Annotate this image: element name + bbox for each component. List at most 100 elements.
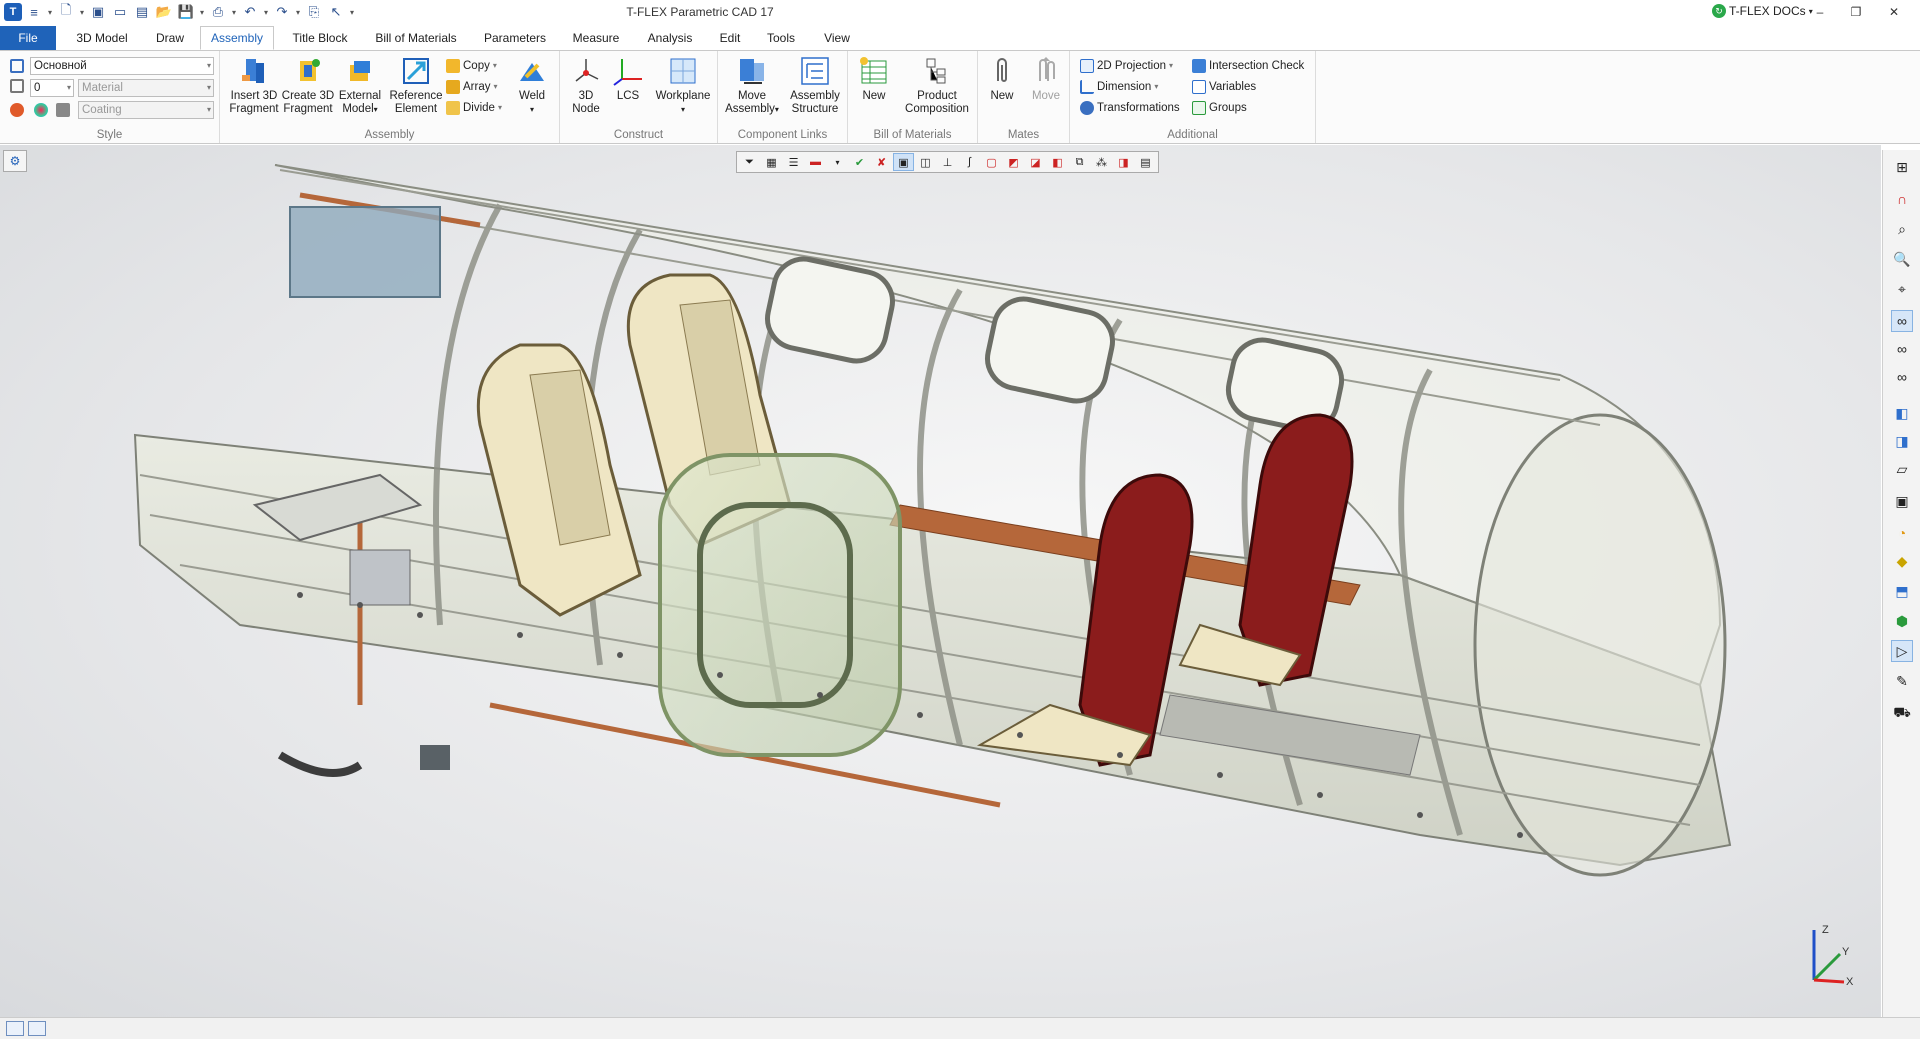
scene-tree-button[interactable]: ⚙: [3, 150, 27, 172]
door-hatch: [658, 453, 902, 757]
group-select-icon[interactable]: ⁂: [1091, 153, 1112, 171]
workplane-button[interactable]: Workplane ▾: [652, 55, 714, 116]
tab-title-block[interactable]: Title Block: [284, 27, 356, 49]
element-select-icon[interactable]: ▤: [1135, 153, 1156, 171]
solid-select-icon[interactable]: ◩: [1003, 153, 1024, 171]
groups-icon: [1192, 101, 1206, 115]
color-icon[interactable]: [10, 103, 24, 117]
uncheck-icon[interactable]: ✘: [871, 153, 892, 171]
reference-element-button[interactable]: Reference Element: [386, 55, 446, 116]
restore-button[interactable]: ❐: [1838, 0, 1874, 24]
render-icon[interactable]: ✎: [1891, 670, 1913, 692]
tab-measure[interactable]: Measure: [564, 27, 628, 49]
tab-analysis[interactable]: Analysis: [638, 27, 702, 49]
layer-icon[interactable]: [10, 59, 24, 73]
check-icon[interactable]: ✔: [849, 153, 870, 171]
vertex-select-icon[interactable]: ⊥: [937, 153, 958, 171]
body-select-icon[interactable]: ▢: [981, 153, 1002, 171]
camera-icon[interactable]: ▷: [1891, 640, 1913, 662]
2d-projection-button[interactable]: 2D Projection ▾: [1080, 57, 1173, 75]
palette-icon[interactable]: [34, 103, 48, 117]
groups-button[interactable]: Groups: [1192, 99, 1247, 117]
assembly-structure-button[interactable]: Assembly Structure: [784, 55, 846, 116]
transformations-button[interactable]: Transformations: [1080, 99, 1180, 117]
tab-bill-of-materials[interactable]: Bill of Materials: [366, 27, 466, 49]
group-title-bom: Bill of Materials: [873, 129, 952, 141]
level-icon[interactable]: [10, 79, 24, 93]
intersection-check-button[interactable]: Intersection Check: [1192, 57, 1304, 75]
filter-icon[interactable]: ⏷: [739, 153, 760, 171]
tab-draw[interactable]: Draw: [146, 27, 194, 49]
sheet-select-icon[interactable]: ◧: [1047, 153, 1068, 171]
create-3d-fragment-button[interactable]: Create 3D Fragment: [280, 55, 336, 116]
layout-one-icon[interactable]: [6, 1021, 24, 1036]
cube-check2-icon[interactable]: ◨: [1891, 430, 1913, 452]
axis-z-label: Z: [1822, 924, 1829, 936]
3d-node-button[interactable]: 3D Node: [566, 55, 606, 116]
show-icon[interactable]: ∞: [1891, 366, 1913, 388]
tab-file[interactable]: File: [0, 26, 56, 50]
magnet-icon[interactable]: ∩: [1891, 188, 1913, 210]
label-line2: Element: [394, 103, 438, 115]
bom-new-label: New: [862, 90, 886, 102]
move-assembly-button[interactable]: Move Assembly▾: [722, 55, 782, 116]
green-shape-icon[interactable]: ⬢: [1891, 610, 1913, 632]
section-icon[interactable]: ⬒: [1891, 580, 1913, 602]
3d-viewport[interactable]: [0, 145, 1881, 1017]
zoom-window-icon[interactable]: ⌕: [1891, 218, 1913, 240]
dimension-button[interactable]: Dimension ▾: [1080, 78, 1158, 96]
material-select[interactable]: Material ▾: [78, 79, 214, 97]
array-button[interactable]: Array ▾: [446, 78, 498, 96]
tab-parameters[interactable]: Parameters: [476, 27, 554, 49]
mates-move-button[interactable]: Move: [1026, 55, 1066, 103]
tab-tools[interactable]: Tools: [758, 27, 804, 49]
view-glasses-icon[interactable]: ∞: [1891, 310, 1913, 332]
curve-select-icon[interactable]: ∫: [959, 153, 980, 171]
window-tile-icon[interactable]: ⊞: [1891, 156, 1913, 178]
intersection-label: Intersection Check: [1209, 60, 1305, 72]
shell-select-icon[interactable]: ◪: [1025, 153, 1046, 171]
vehicle-icon[interactable]: ⛟: [1891, 702, 1913, 724]
yellow-cube-icon[interactable]: ◆: [1891, 550, 1913, 572]
edge-select-icon[interactable]: ◫: [915, 153, 936, 171]
select-filter-icon[interactable]: ▦: [761, 153, 782, 171]
fuselage-windows: [765, 256, 1345, 433]
tab-assembly[interactable]: Assembly: [200, 26, 274, 50]
level-stepper[interactable]: 0 ▾: [30, 79, 74, 97]
external-model-button[interactable]: External Model▾: [332, 55, 388, 116]
lcs-button[interactable]: LCS: [610, 55, 646, 103]
layer-select[interactable]: Основной ▾: [30, 57, 214, 75]
tflex-docs-menu[interactable]: ↻ T-FLEX DOCs ▾: [1712, 4, 1813, 18]
face-select-icon[interactable]: ▣: [893, 153, 914, 171]
weld-button[interactable]: Weld ▾: [510, 55, 554, 116]
coating-select[interactable]: Coating ▾: [78, 101, 214, 119]
insert-3d-fragment-button[interactable]: Insert 3D Fragment: [226, 55, 282, 116]
plane-icon[interactable]: ▱: [1891, 458, 1913, 480]
cube-check-icon[interactable]: ◧: [1891, 402, 1913, 424]
product-composition-button[interactable]: Product Composition: [900, 55, 974, 116]
transformations-label: Transformations: [1097, 102, 1180, 114]
tab-view[interactable]: View: [814, 27, 860, 49]
zoom-in-icon[interactable]: 🔍: [1891, 248, 1913, 270]
hide-icon[interactable]: ∞: [1891, 338, 1913, 360]
gray-swatch-icon[interactable]: [56, 103, 70, 117]
minimize-button[interactable]: –: [1802, 0, 1838, 24]
color-filter-icon[interactable]: ▬: [805, 153, 826, 171]
tab-edit[interactable]: Edit: [712, 27, 748, 49]
operation-select-icon[interactable]: ⧉: [1069, 153, 1090, 171]
copy-button[interactable]: Copy ▾: [446, 57, 497, 75]
bom-new-button[interactable]: New: [854, 55, 894, 103]
mates-new-button[interactable]: New: [984, 55, 1020, 103]
close-button[interactable]: ✕: [1876, 0, 1912, 24]
zoom-all-icon[interactable]: ⌖: [1891, 278, 1913, 300]
chevron-down-icon[interactable]: ▾: [827, 153, 848, 171]
layout-two-icon[interactable]: [28, 1021, 46, 1036]
list-filter-icon[interactable]: ☰: [783, 153, 804, 171]
divide-button[interactable]: Divide ▾: [446, 99, 502, 117]
box-view-icon[interactable]: ▣: [1891, 490, 1913, 512]
fuselage-model[interactable]: [0, 145, 1881, 1017]
fragment-select-icon[interactable]: ◨: [1113, 153, 1134, 171]
tab-3d-model[interactable]: 3D Model: [66, 27, 138, 49]
variables-button[interactable]: Variables: [1192, 78, 1256, 96]
globe-icon[interactable]: ◔: [1891, 522, 1913, 544]
